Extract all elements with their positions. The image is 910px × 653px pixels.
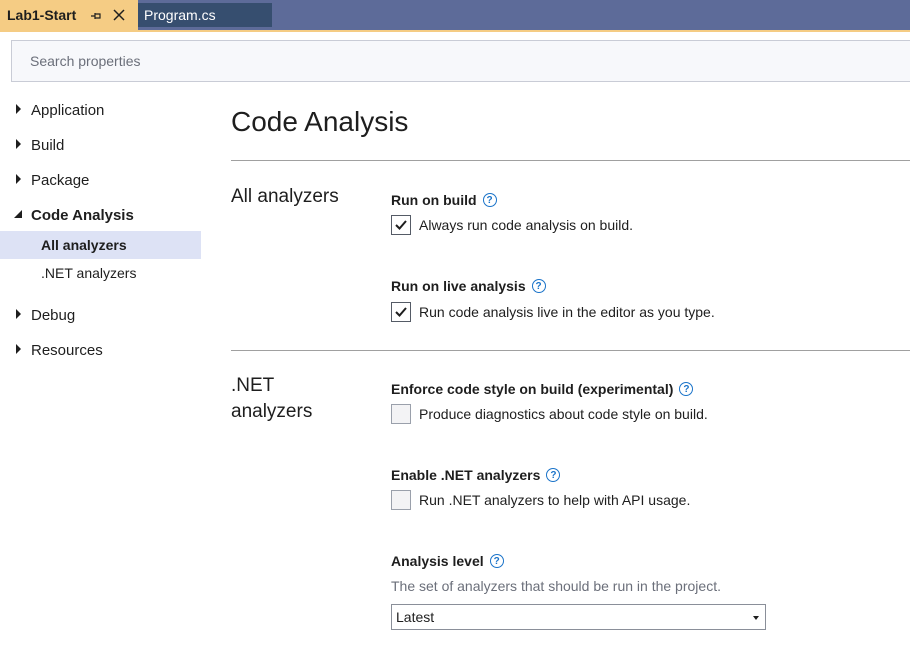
- checkbox-label: Always run code analysis on build.: [419, 217, 634, 233]
- run-on-live-analysis-row: Run code analysis live in the editor as …: [391, 302, 715, 322]
- checkbox-label: Produce diagnostics about code style on …: [419, 406, 708, 422]
- help-icon[interactable]: ?: [679, 382, 694, 396]
- search-input[interactable]: [11, 40, 910, 82]
- setting-label-enforce-code-style: Enforce code style on build (experimenta…: [391, 381, 694, 397]
- setting-label-analysis-level: Analysis level ?: [391, 553, 504, 569]
- sidebar-item-net-analyzers[interactable]: .NET analyzers: [0, 259, 201, 287]
- sidebar-item-label: Code Analysis: [31, 206, 134, 224]
- setting-label-enable-net-analyzers: Enable .NET analyzers ?: [391, 467, 561, 483]
- section-title-all-analyzers: All analyzers: [231, 186, 339, 207]
- enforce-code-style-row: Produce diagnostics about code style on …: [391, 404, 708, 424]
- setting-label-run-on-build: Run on build ?: [391, 192, 497, 208]
- chevron-right-icon: [0, 302, 31, 328]
- section-title-line: analyzers: [231, 401, 313, 422]
- caret-down-icon: [753, 616, 759, 620]
- chevron-down-icon: [0, 202, 31, 228]
- sidebar-item-all-analyzers[interactable]: All analyzers: [0, 231, 201, 259]
- run-on-live-analysis-checkbox[interactable]: [391, 302, 411, 322]
- help-icon[interactable]: ?: [531, 279, 546, 293]
- chevron-right-icon: [0, 167, 31, 193]
- tab-program-cs[interactable]: Program.cs: [138, 3, 272, 27]
- enforce-code-style-checkbox[interactable]: [391, 404, 411, 424]
- help-icon[interactable]: ?: [546, 468, 561, 482]
- checkbox-label: Run .NET analyzers to help with API usag…: [419, 492, 691, 508]
- enable-net-analyzers-checkbox[interactable]: [391, 490, 411, 510]
- sidebar-item-application[interactable]: Application: [0, 97, 201, 123]
- section-divider: [231, 350, 910, 351]
- sidebar-item-label: Application: [31, 101, 105, 119]
- setting-label-text: Analysis level: [391, 553, 484, 569]
- sidebar-item-label: Debug: [31, 306, 76, 324]
- analysis-level-dropdown[interactable]: Latest: [391, 604, 766, 630]
- setting-label-text: Enforce code style on build (experimenta…: [391, 381, 674, 397]
- tab-lab1-start[interactable]: Lab1-Start: [0, 0, 138, 30]
- pin-icon[interactable]: [90, 9, 102, 21]
- sidebar-item-code-analysis[interactable]: Code Analysis: [0, 202, 201, 228]
- run-on-build-row: Always run code analysis on build.: [391, 215, 633, 235]
- sidebar-item-label: All analyzers: [41, 237, 127, 253]
- section-title-line: .NET: [231, 375, 275, 396]
- properties-panel: Application Build Package Code Analysis …: [0, 32, 910, 653]
- setting-label-text: Enable .NET analyzers: [391, 467, 541, 483]
- sidebar-item-label: .NET analyzers: [41, 265, 137, 281]
- enable-net-analyzers-row: Run .NET analyzers to help with API usag…: [391, 490, 690, 510]
- sidebar-item-build[interactable]: Build: [0, 132, 201, 158]
- sidebar-item-label: Package: [31, 171, 90, 189]
- run-on-build-checkbox[interactable]: [391, 215, 411, 235]
- sidebar-item-label: Build: [31, 136, 65, 154]
- checkmark-icon: [395, 307, 407, 317]
- section-title-net-analyzers: .NET analyzers: [231, 373, 371, 425]
- document-tab-strip: Lab1-Start Program.cs: [0, 0, 910, 30]
- page-title: Code Analysis: [231, 106, 409, 137]
- checkbox-label: Run code analysis live in the editor as …: [419, 304, 715, 320]
- checkmark-icon: [395, 220, 407, 230]
- help-icon[interactable]: ?: [482, 193, 497, 207]
- chevron-right-icon: [0, 132, 31, 158]
- setting-label-run-on-live-analysis: Run on live analysis ?: [391, 278, 546, 294]
- setting-label-text: Run on live analysis: [391, 278, 526, 294]
- sidebar-item-package[interactable]: Package: [0, 167, 201, 193]
- sidebar-item-debug[interactable]: Debug: [0, 302, 201, 328]
- sidebar-item-resources[interactable]: Resources: [0, 337, 201, 363]
- setting-label-text: Run on build: [391, 192, 477, 208]
- section-divider: [231, 160, 910, 161]
- help-icon[interactable]: ?: [489, 554, 504, 568]
- analysis-level-description: The set of analyzers that should be run …: [391, 578, 721, 594]
- tab-label: Program.cs: [144, 7, 216, 23]
- tab-label: Lab1-Start: [7, 7, 77, 23]
- chevron-right-icon: [0, 337, 31, 363]
- close-icon[interactable]: [112, 8, 126, 22]
- chevron-right-icon: [0, 97, 31, 123]
- dropdown-value: Latest: [396, 609, 435, 625]
- sidebar-item-label: Resources: [31, 341, 103, 359]
